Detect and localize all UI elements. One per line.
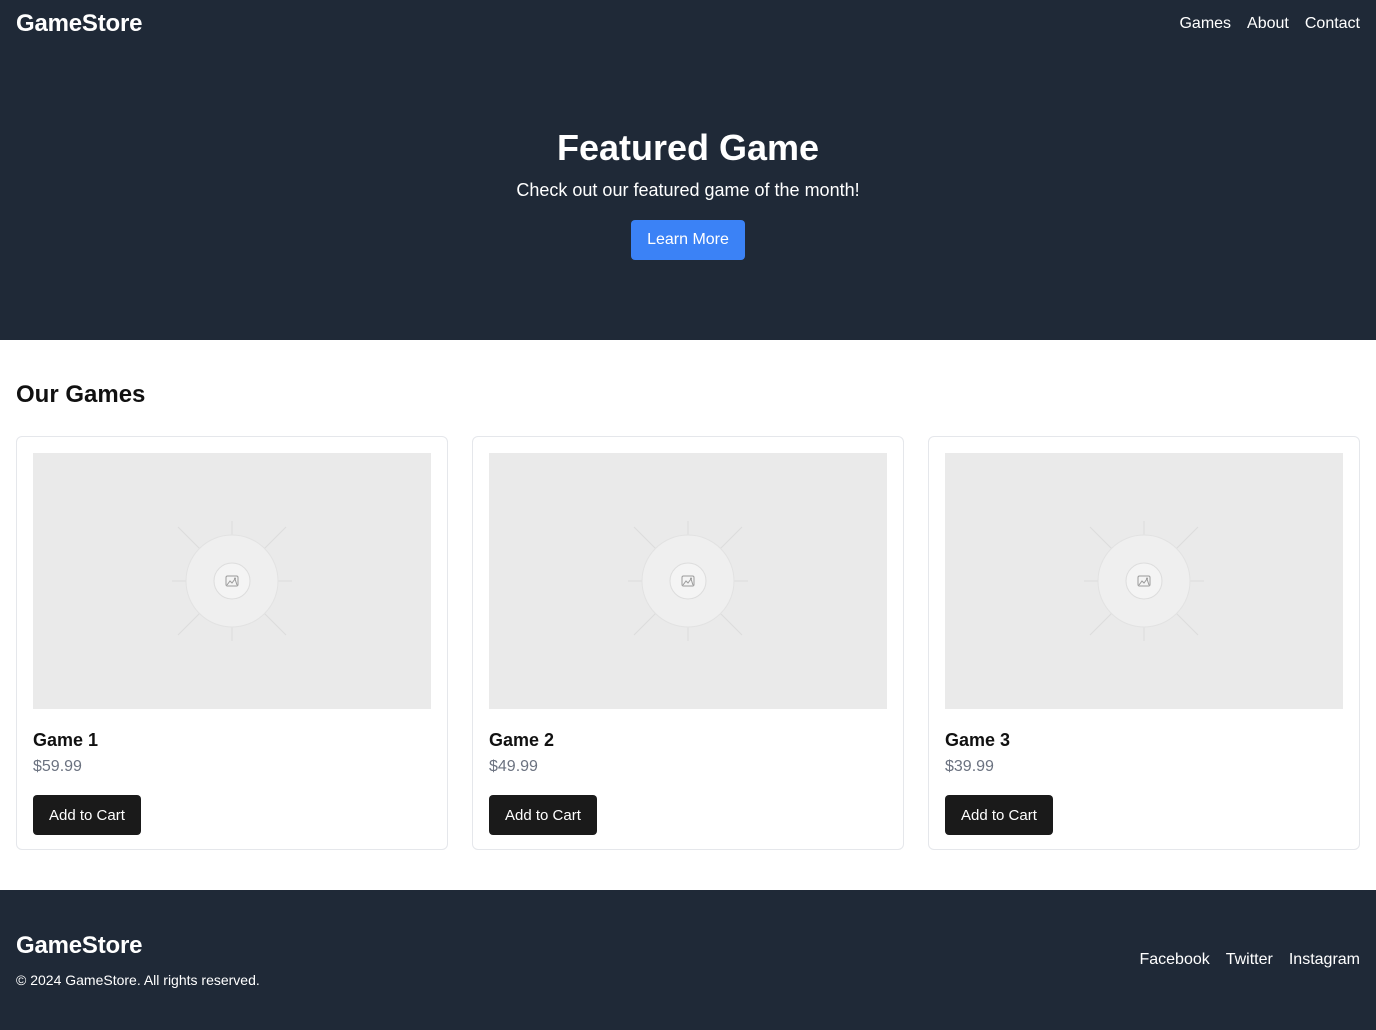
games-section: Our Games Game 1 $59.99 Add to Cart Game…: [0, 340, 1376, 890]
hero-subtitle: Check out our featured game of the month…: [516, 180, 860, 200]
header-section: GameStore Games About Contact Featured G…: [0, 0, 1376, 340]
nav-link-games[interactable]: Games: [1179, 15, 1231, 33]
social-links: Facebook Twitter Instagram: [1139, 951, 1360, 969]
footer: GameStore © 2024 GameStore. All rights r…: [0, 890, 1376, 1030]
nav-links: Games About Contact: [1179, 15, 1360, 33]
game-image-2: [489, 453, 887, 709]
game-price-3: $39.99: [945, 758, 994, 775]
image-placeholder-icon: [628, 521, 748, 641]
game-title-1: Game 1: [33, 730, 99, 750]
nav-link-contact[interactable]: Contact: [1305, 15, 1360, 33]
social-link-facebook[interactable]: Facebook: [1139, 951, 1209, 969]
learn-more-button[interactable]: Learn More: [631, 220, 745, 260]
hero-title: Featured Game: [556, 127, 820, 168]
footer-info: GameStore © 2024 GameStore. All rights r…: [16, 932, 260, 988]
game-image-3: [945, 453, 1343, 709]
games-grid: Game 1 $59.99 Add to Cart Game 2 $49.99 …: [16, 436, 1360, 850]
game-card-1: Game 1 $59.99 Add to Cart: [16, 436, 448, 850]
games-heading: Our Games: [16, 381, 146, 408]
game-title-2: Game 2: [489, 730, 555, 750]
navbar: GameStore Games About Contact: [0, 0, 1376, 48]
image-placeholder-icon: [1084, 521, 1204, 641]
brand-logo[interactable]: GameStore: [16, 10, 142, 38]
game-title-3: Game 3: [945, 730, 1011, 750]
social-link-instagram[interactable]: Instagram: [1289, 951, 1360, 969]
nav-link-about[interactable]: About: [1247, 15, 1289, 33]
game-price-1: $59.99: [33, 758, 82, 775]
game-price-2: $49.99: [489, 758, 538, 775]
footer-brand: GameStore: [16, 932, 143, 959]
social-link-twitter[interactable]: Twitter: [1226, 951, 1273, 969]
game-image-1: [33, 453, 431, 709]
hero-section: Featured Game Check out our featured gam…: [0, 48, 1376, 260]
game-card-2: Game 2 $49.99 Add to Cart: [472, 436, 904, 850]
add-to-cart-button-3[interactable]: Add to Cart: [945, 795, 1053, 835]
image-placeholder-icon: [172, 521, 292, 641]
add-to-cart-button-1[interactable]: Add to Cart: [33, 795, 141, 835]
copyright-text: © 2024 GameStore. All rights reserved.: [16, 972, 260, 988]
add-to-cart-button-2[interactable]: Add to Cart: [489, 795, 597, 835]
game-card-3: Game 3 $39.99 Add to Cart: [928, 436, 1360, 850]
